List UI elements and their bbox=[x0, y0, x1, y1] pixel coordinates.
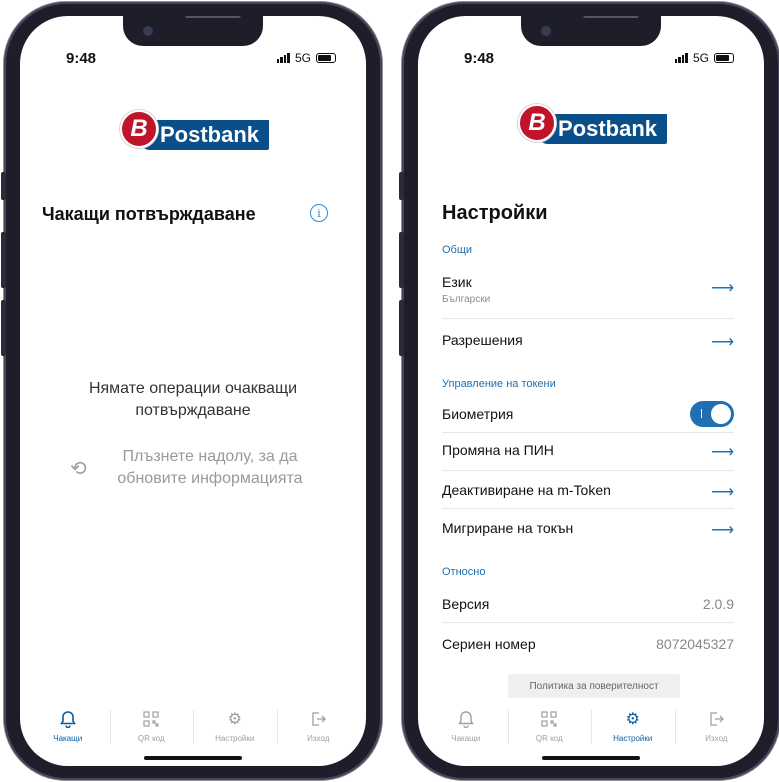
info-icon[interactable]: i bbox=[310, 204, 328, 222]
logout-icon bbox=[705, 708, 727, 730]
tab-pending-label: Чакащи bbox=[53, 734, 83, 743]
page-title: Чакащи потвърждаване bbox=[42, 204, 256, 224]
biometrics-label: Биометрия bbox=[442, 406, 514, 422]
status-time: 9:48 bbox=[66, 50, 97, 67]
tab-qr-label: QR код bbox=[535, 734, 563, 743]
divider bbox=[442, 622, 734, 623]
arrow-right-icon: ⟶ bbox=[711, 334, 734, 351]
home-indicator bbox=[542, 756, 640, 760]
tab-logout[interactable]: Изход bbox=[276, 700, 361, 766]
pending-screen: 9:48 5G B Postbank Чакащи потвърждаване … bbox=[20, 16, 366, 766]
notch bbox=[123, 16, 263, 46]
settings-row-permissions[interactable]: Разрешения ⟶ bbox=[442, 332, 734, 351]
page-title: Настройки bbox=[442, 202, 548, 224]
language-label: Език bbox=[442, 274, 472, 290]
tab-qr-label: QR код bbox=[137, 734, 165, 743]
logout-icon bbox=[307, 708, 329, 730]
tab-logout-label: Изход bbox=[307, 734, 330, 743]
mute-switch bbox=[1, 172, 6, 200]
tab-pending[interactable]: Чакащи bbox=[26, 700, 110, 766]
notch bbox=[521, 16, 661, 46]
mute-switch bbox=[399, 172, 404, 200]
logo-wordmark: Postbank bbox=[538, 114, 668, 144]
settings-row-serial: Сериен номер 8072045327 bbox=[442, 636, 734, 652]
home-indicator bbox=[144, 756, 242, 760]
qr-code-icon bbox=[538, 708, 560, 730]
phone-frame-pending: 9:48 5G B Postbank Чакащи потвърждаване … bbox=[1, 2, 382, 780]
gear-icon: ⚙ bbox=[227, 711, 242, 728]
settings-row-deactivate[interactable]: Деактивиране на m-Token ⟶ bbox=[442, 482, 734, 501]
divider bbox=[442, 508, 734, 509]
tab-logout-label: Изход bbox=[705, 734, 728, 743]
change-pin-label: Промяна на ПИН bbox=[442, 442, 554, 458]
settings-row-version: Версия 2.0.9 bbox=[442, 596, 734, 612]
signal-icon bbox=[276, 53, 290, 63]
settings-screen: 9:48 5G B Postbank Настройки Общи Език Б… bbox=[418, 16, 764, 766]
language-value: Български bbox=[442, 294, 491, 305]
gear-icon: ⚙ bbox=[625, 711, 640, 728]
pull-to-refresh-hint: Плъзнете надолу, за да обновите информац… bbox=[117, 448, 303, 487]
volume-up-button bbox=[1, 232, 6, 288]
settings-row-biometrics: Биометрия bbox=[442, 401, 734, 427]
permissions-label: Разрешения bbox=[442, 332, 523, 348]
empty-state-message: Нямате операции очакващи потвърждаване bbox=[88, 380, 298, 419]
battery-icon bbox=[714, 53, 734, 63]
tab-pending[interactable]: Чакащи bbox=[424, 700, 508, 766]
divider bbox=[442, 470, 734, 471]
volume-up-button bbox=[399, 232, 404, 288]
version-label: Версия bbox=[442, 596, 490, 612]
qr-code-icon bbox=[140, 708, 162, 730]
settings-row-language[interactable]: Език Български ⟶ bbox=[442, 274, 734, 305]
privacy-policy-button[interactable]: Политика за поверителност bbox=[508, 674, 680, 698]
tab-pending-label: Чакащи bbox=[451, 734, 481, 743]
settings-row-change-pin[interactable]: Промяна на ПИН ⟶ bbox=[442, 442, 734, 461]
logo-badge: B bbox=[518, 104, 556, 142]
biometrics-toggle[interactable] bbox=[690, 401, 734, 427]
bell-icon bbox=[57, 708, 79, 730]
serial-value: 8072045327 bbox=[656, 636, 734, 652]
battery-icon bbox=[316, 53, 336, 63]
divider bbox=[442, 432, 734, 433]
arrow-right-icon: ⟶ bbox=[711, 522, 734, 539]
logo-wordmark: Postbank bbox=[140, 120, 270, 150]
network-label: 5G bbox=[692, 51, 709, 65]
tab-logout[interactable]: Изход bbox=[674, 700, 759, 766]
network-label: 5G bbox=[294, 51, 311, 65]
signal-icon bbox=[674, 53, 688, 63]
refresh-icon: ⟲ bbox=[70, 458, 87, 480]
status-icons: 5G bbox=[674, 51, 734, 65]
tab-settings-label: Настройки bbox=[613, 734, 653, 743]
status-time: 9:48 bbox=[464, 50, 495, 67]
section-about: Относно bbox=[442, 566, 486, 578]
tab-settings-label: Настройки bbox=[215, 734, 255, 743]
divider bbox=[442, 318, 734, 319]
arrow-right-icon: ⟶ bbox=[711, 484, 734, 501]
settings-row-migrate[interactable]: Мигриране на токън ⟶ bbox=[442, 520, 734, 539]
deactivate-label: Деактивиране на m-Token bbox=[442, 482, 611, 498]
version-value: 2.0.9 bbox=[702, 596, 734, 612]
volume-down-button bbox=[399, 300, 404, 356]
serial-label: Сериен номер bbox=[442, 636, 536, 652]
phone-frame-settings: 9:48 5G B Postbank Настройки Общи Език Б… bbox=[399, 2, 779, 780]
status-icons: 5G bbox=[276, 51, 336, 65]
logo-badge: B bbox=[120, 110, 158, 148]
bell-icon bbox=[455, 708, 477, 730]
section-tokens: Управление на токени bbox=[442, 378, 556, 390]
arrow-right-icon: ⟶ bbox=[711, 444, 734, 461]
migrate-label: Мигриране на токън bbox=[442, 520, 574, 536]
arrow-right-icon: ⟶ bbox=[711, 280, 734, 297]
volume-down-button bbox=[1, 300, 6, 356]
section-general: Общи bbox=[442, 244, 473, 256]
